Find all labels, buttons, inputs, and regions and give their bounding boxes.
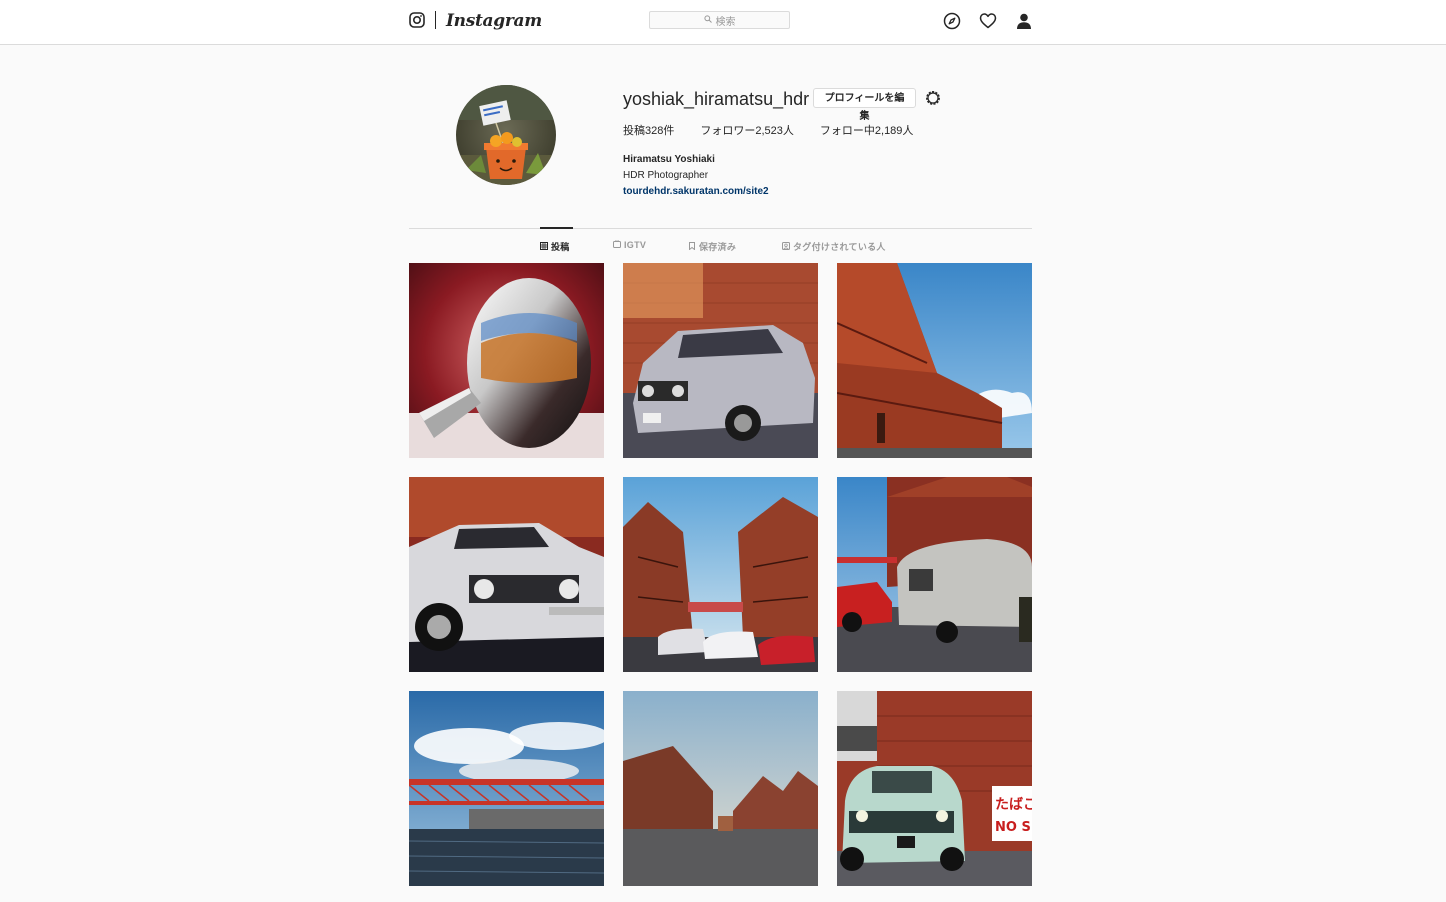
followers-count[interactable]: フォロワー2,523人 (700, 124, 794, 138)
profile-username: yoshiak_hiramatsu_hdr (623, 89, 810, 109)
tag-icon (782, 241, 790, 252)
active-tab-indicator (540, 227, 573, 229)
tab-label: タグ付けされている人 (793, 242, 886, 252)
bookmark-icon (688, 241, 696, 252)
tab-tagged[interactable]: タグ付けされている人 (782, 240, 886, 253)
instagram-glyph-icon[interactable] (409, 12, 425, 28)
logo-divider (435, 11, 436, 29)
post-thumbnail[interactable] (837, 263, 1032, 458)
post-thumbnail[interactable] (409, 477, 604, 672)
profile-avatar[interactable] (456, 85, 556, 185)
post-thumbnail[interactable] (623, 263, 818, 458)
tab-label: 投稿 (551, 242, 570, 252)
profile-stats: 投稿328件 フォロワー2,523人 フォロー中2,189人 (623, 124, 913, 138)
tab-label: IGTV (624, 240, 647, 250)
heart-icon[interactable] (979, 12, 997, 30)
search-input[interactable]: 検索 (649, 11, 790, 29)
profile-bio: Hiramatsu Yoshiaki HDR Photographer tour… (623, 152, 769, 200)
profile-full-name: Hiramatsu Yoshiaki (623, 154, 715, 165)
top-navigation-bar: Instagram 検索 (0, 0, 1446, 45)
post-thumbnail[interactable] (409, 691, 604, 886)
person-icon[interactable] (1015, 12, 1033, 30)
grid-icon (540, 241, 548, 252)
compass-icon[interactable] (943, 12, 961, 30)
post-thumbnail[interactable] (623, 477, 818, 672)
post-thumbnail[interactable] (623, 691, 818, 886)
tab-saved[interactable]: 保存済み (688, 240, 736, 253)
gear-icon[interactable] (924, 89, 942, 107)
profile-website-link[interactable]: tourdehdr.sakuratan.com/site2 (623, 184, 769, 200)
profile-bio-text: HDR Photographer (623, 170, 709, 181)
tab-divider (409, 228, 1032, 229)
tv-icon (613, 239, 621, 250)
post-count: 投稿328件 (623, 125, 675, 137)
tab-label: 保存済み (699, 242, 737, 252)
post-thumbnail[interactable] (837, 477, 1032, 672)
edit-profile-button[interactable]: プロフィールを編集 (813, 88, 916, 122)
profile-tabs: 投稿 IGTV 保存済み タグ付けされている人 (409, 239, 1032, 254)
post-thumbnail[interactable]: たばこの NO SMO (837, 691, 1032, 886)
tab-posts[interactable]: 投稿 (540, 240, 570, 253)
search-icon (703, 14, 712, 26)
post-thumbnail[interactable] (409, 263, 604, 458)
svg-text:NO SMO: NO SMO (995, 820, 1032, 835)
tab-igtv[interactable]: IGTV (613, 239, 647, 250)
following-count[interactable]: フォロー中2,189人 (820, 124, 914, 138)
instagram-wordmark[interactable]: Instagram (446, 8, 542, 34)
search-placeholder: 検索 (715, 16, 736, 28)
svg-text:たばこの: たばこの (995, 797, 1032, 813)
